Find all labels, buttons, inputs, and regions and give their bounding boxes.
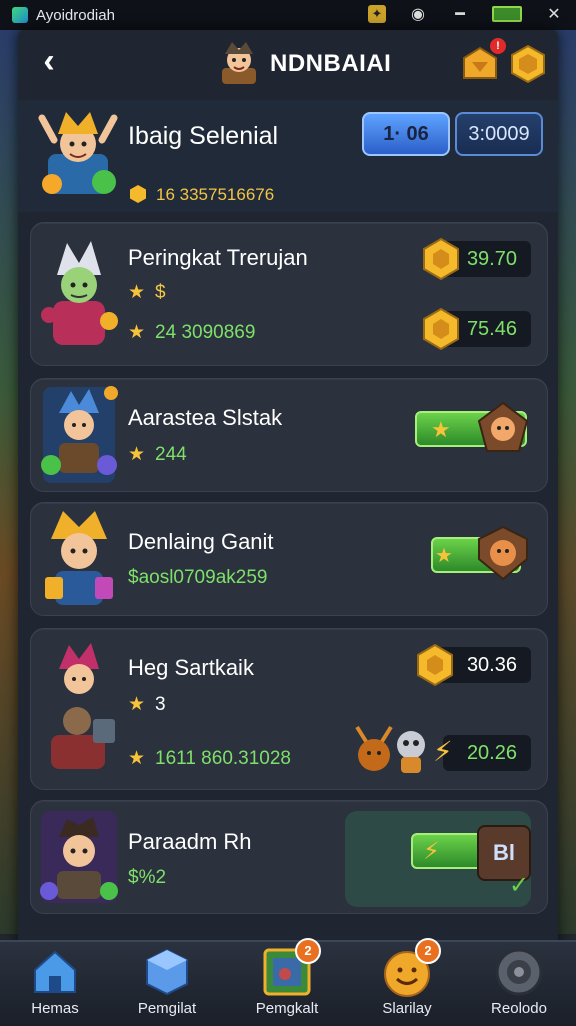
- star-icon: ★: [128, 748, 146, 769]
- nav-label: Pemgilat: [137, 1000, 197, 1017]
- star-icon: ★: [431, 417, 451, 442]
- nav-social[interactable]: 2 Slarilay: [352, 938, 462, 1026]
- star-icon: ★: [128, 282, 146, 303]
- character-badge-icon[interactable]: [475, 401, 531, 457]
- list-item[interactable]: Aarastea Slstak ★ 244 ★: [30, 378, 548, 492]
- hero-avatar: [41, 241, 118, 345]
- card-rank-value: $: [155, 282, 166, 303]
- stat-pill: 75.46: [423, 307, 531, 351]
- home-icon: [34, 950, 76, 993]
- player-score-value: 16 3357516676: [156, 185, 275, 204]
- card-title: Aarastea Slstak: [128, 405, 283, 430]
- nav-rank[interactable]: Pemgilat: [112, 942, 222, 1026]
- box-icon: [146, 948, 188, 996]
- card-points: ★ 1611 860.31028: [128, 747, 291, 770]
- nav-cards[interactable]: 2 Pemgkalt: [232, 938, 342, 1026]
- system-status-bar: Ayoidrodiah ✦ ◉ ━ ✕: [0, 0, 576, 30]
- notification-badge: 2: [295, 938, 321, 964]
- checkmark-icon: ✓: [509, 872, 530, 899]
- stat-value: 20.26: [466, 741, 517, 764]
- card-points: ★ 24 3090869: [128, 321, 255, 344]
- hexagon-gold-icon: [511, 44, 545, 84]
- app-icon: [12, 7, 28, 23]
- close-icon[interactable]: ✕: [544, 4, 564, 24]
- card-points-value: 24 3090869: [155, 322, 256, 343]
- stat-value: 39.70: [466, 247, 517, 270]
- card-title: Paraadm Rh: [128, 829, 252, 854]
- nav-home[interactable]: Hemas: [0, 942, 110, 1026]
- skull-creature-icon: [397, 731, 425, 773]
- player-name: Ibaig Selenial: [128, 122, 279, 150]
- card-rank: ★ $: [128, 281, 166, 304]
- notification-badge: 2: [415, 938, 441, 964]
- hero-avatar: [45, 511, 113, 605]
- nav-label: Slarilay: [382, 1000, 432, 1017]
- gold-badge-icon: [423, 307, 459, 351]
- card-title: Denlaing Ganit: [128, 529, 274, 554]
- stat-pill: ⚡ 20.26: [433, 735, 531, 771]
- card-rank: ★ 3: [128, 693, 166, 716]
- shop-button[interactable]: [508, 44, 548, 84]
- page-title: NDNBAIAI: [270, 50, 392, 77]
- hero-avatar-icon: [222, 42, 256, 84]
- smiley-icon: 2: [381, 938, 441, 998]
- minimize-icon[interactable]: ━: [450, 4, 470, 24]
- reward-chest-button[interactable]: !: [460, 38, 506, 84]
- stat-value: 75.46: [466, 317, 517, 340]
- stat-pill: 39.70: [423, 237, 531, 281]
- stat-value: 30.36: [466, 653, 517, 676]
- list-item[interactable]: Paraadm Rh $%2 ⚡ Bl ✓: [30, 800, 548, 914]
- card-rank-value: 3: [155, 694, 166, 715]
- player-score: 16 3357516676: [128, 184, 274, 205]
- nav-label: Pemgkalt: [255, 1000, 319, 1017]
- battery-icon: [492, 6, 522, 22]
- card-code: $aosl0709ak259: [128, 567, 268, 588]
- record-icon[interactable]: ◉: [408, 4, 428, 24]
- card-code: $%2: [128, 867, 167, 888]
- nav-settings[interactable]: Reolodo: [464, 942, 574, 1026]
- hero-avatar: [41, 386, 118, 483]
- currency-pill-button[interactable]: 3:0009: [455, 112, 543, 156]
- hero-avatar: [40, 811, 118, 903]
- settings-disc-icon: [495, 948, 543, 996]
- gold-badge-icon: [417, 643, 453, 687]
- level-pill-button[interactable]: 1· 06: [362, 112, 450, 156]
- nav-label: Reolodo: [491, 1000, 547, 1017]
- card-title: Heg Sartkaik: [128, 655, 254, 680]
- bottom-navigation: Hemas Pemgilat 2 Pemgkalt 2 Slarilay Reo…: [0, 938, 576, 1026]
- star-icon: ★: [435, 545, 453, 567]
- card-points-value: 244: [155, 444, 187, 465]
- star-icon: ★: [128, 694, 146, 715]
- gold-coin-icon: [130, 185, 146, 203]
- player-profile: Ibaig Selenial 16 3357516676 1· 06 3:000…: [18, 100, 558, 212]
- list-item[interactable]: Peringkat Trerujan ★ $ ★ 24 3090869 39.70 …: [30, 222, 548, 366]
- card-points-value: 1611 860.31028: [155, 748, 291, 769]
- list-item[interactable]: Denlaing Ganit $aosl0709ak259 ★: [30, 502, 548, 616]
- star-icon: ★: [128, 444, 146, 465]
- notification-app-icon[interactable]: ✦: [368, 5, 386, 23]
- stat-pill: 30.36: [417, 643, 531, 687]
- player-avatar[interactable]: [38, 104, 118, 204]
- star-icon: ★: [128, 322, 146, 343]
- back-button[interactable]: ‹: [32, 44, 66, 80]
- card-points: ★ 244: [128, 443, 187, 466]
- card-title: Peringkat Trerujan: [128, 245, 308, 270]
- gold-badge-icon: [423, 237, 459, 281]
- shield-face-icon[interactable]: [475, 525, 531, 581]
- lightning-icon: ⚡: [423, 838, 440, 865]
- list-item[interactable]: Heg Sartkaik ★ 3 ★ 1611 860.31028 30.36 ⚡ …: [30, 628, 548, 790]
- notification-badge: !: [490, 38, 506, 54]
- lightning-icon: ⚡: [433, 736, 453, 767]
- nav-label: Hemas: [31, 1000, 79, 1017]
- hero-avatar: [51, 643, 115, 769]
- app-name: Ayoidrodiah: [36, 6, 115, 24]
- header: ‹ NDNBAIAI !: [18, 30, 558, 100]
- picture-card-icon: 2: [261, 938, 321, 998]
